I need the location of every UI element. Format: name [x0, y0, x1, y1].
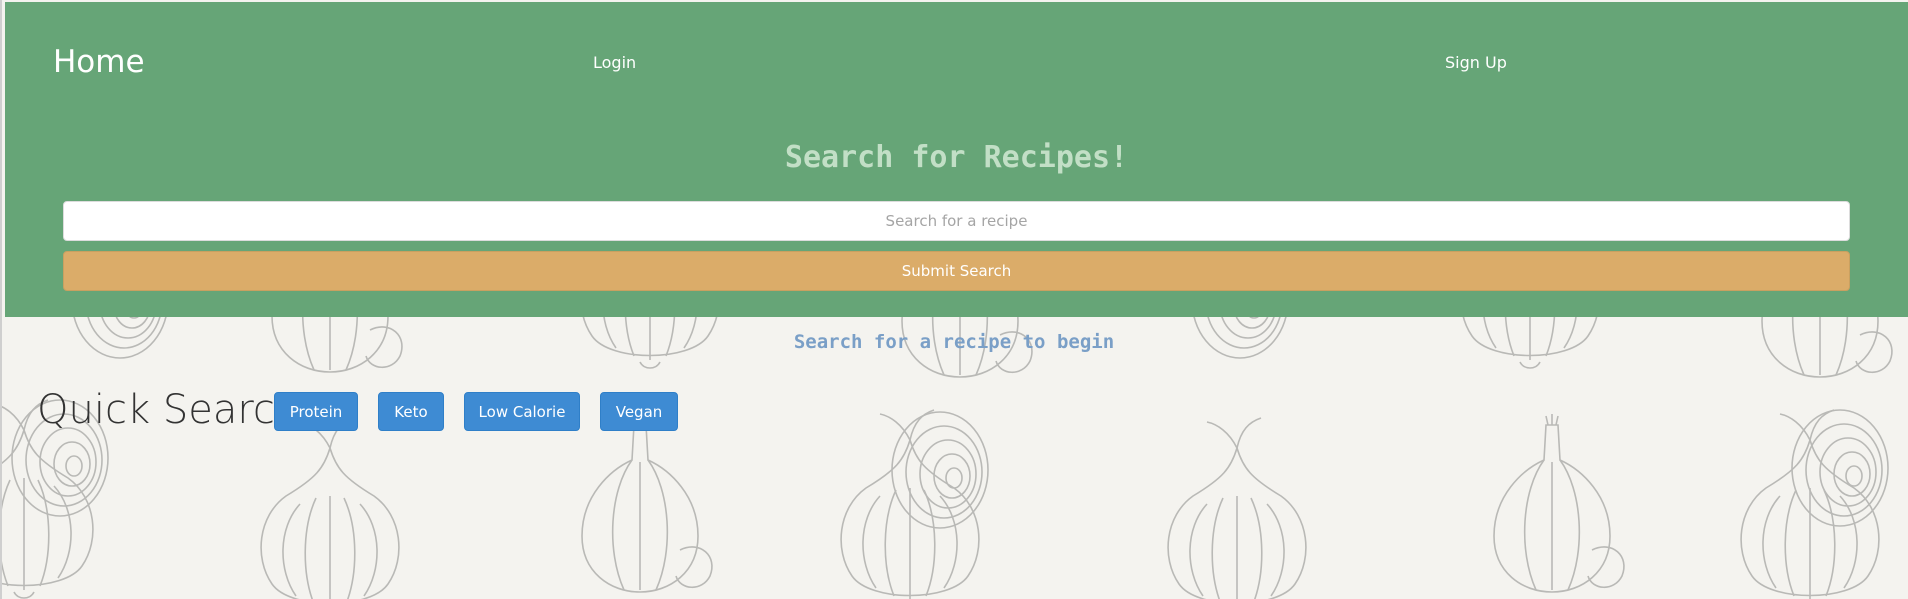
quick-search-vegan-button[interactable]: Vegan [600, 392, 678, 431]
left-window-edge [0, 0, 2, 599]
search-input[interactable] [63, 201, 1850, 241]
header: Home Login Sign Up Search for Recipes! S… [5, 2, 1908, 317]
quick-search-protein-button[interactable]: Protein [274, 392, 358, 431]
quick-search-label: Quick Search: [37, 387, 314, 433]
quick-search-keto-button[interactable]: Keto [378, 392, 444, 431]
submit-search-button[interactable]: Submit Search [63, 251, 1850, 291]
quick-search-low-calorie-button[interactable]: Low Calorie [464, 392, 580, 431]
search-title: Search for Recipes! [784, 140, 1129, 175]
brand-home-link[interactable]: Home [53, 44, 145, 80]
login-link[interactable]: Login [593, 53, 636, 72]
signup-link[interactable]: Sign Up [1445, 53, 1507, 72]
results-hint: Search for a recipe to begin [793, 331, 1115, 353]
